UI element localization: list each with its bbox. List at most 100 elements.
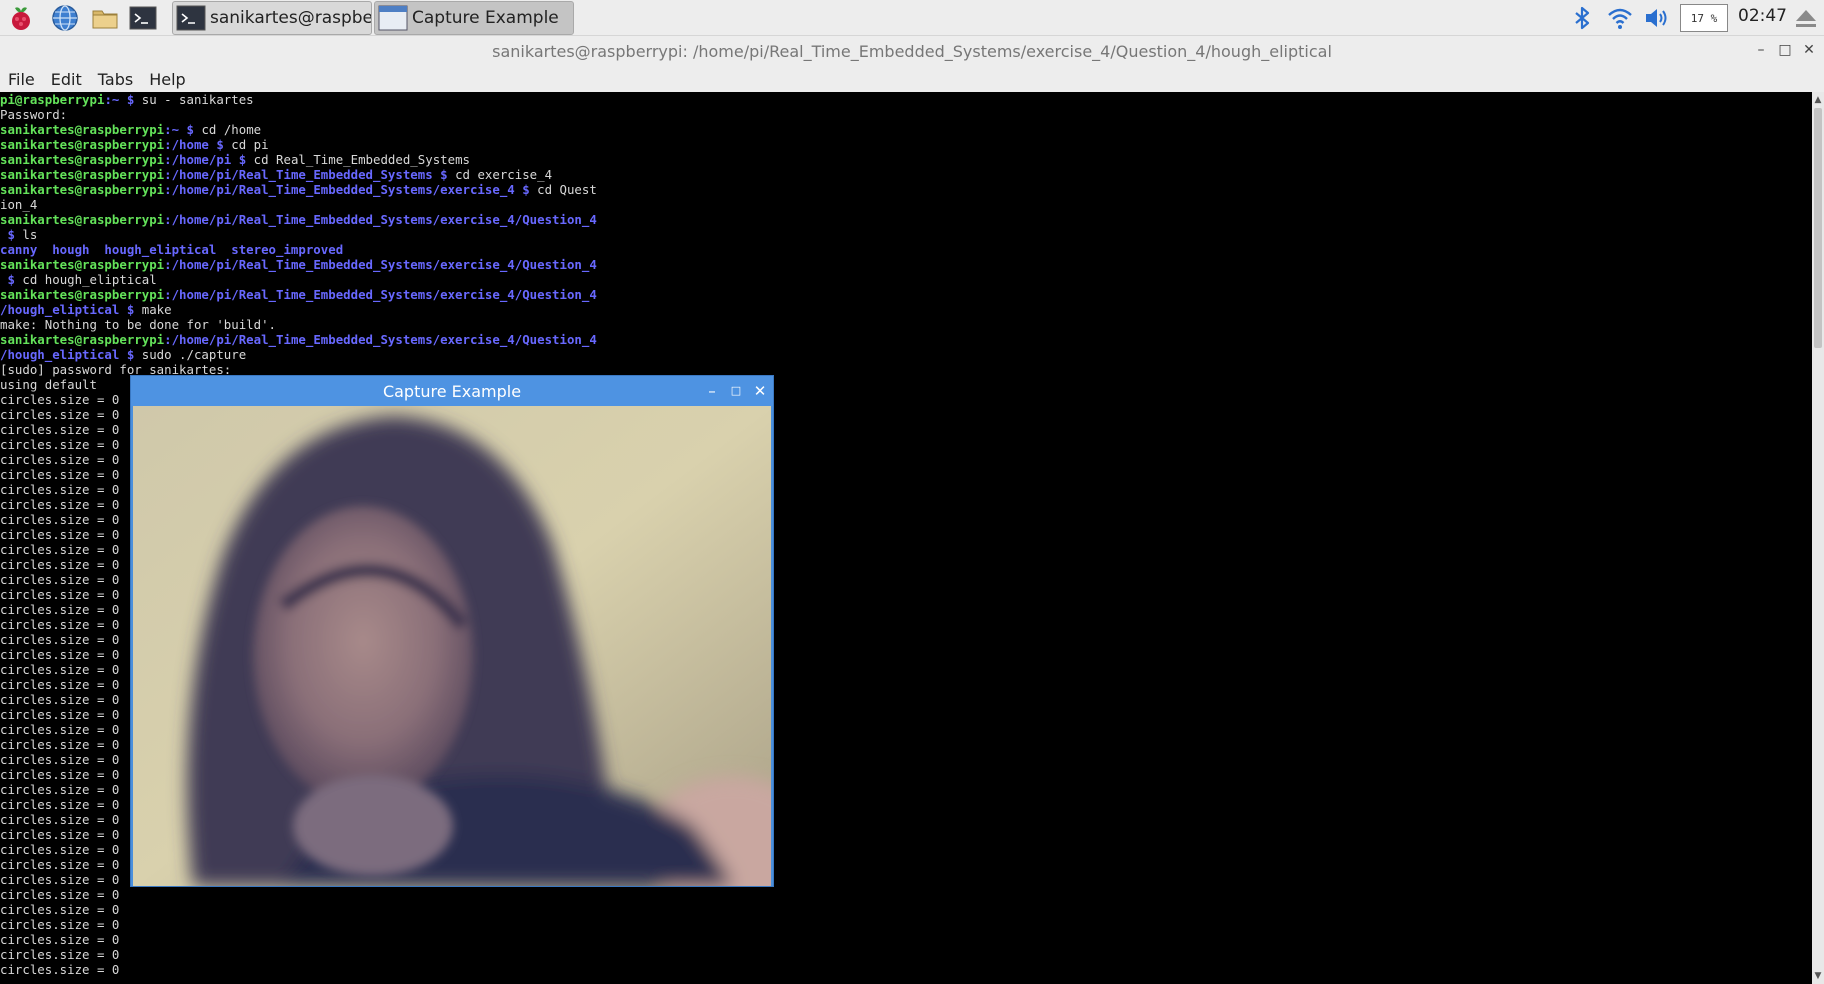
output-text: Password: bbox=[0, 107, 68, 122]
menu-edit[interactable]: Edit bbox=[43, 70, 90, 89]
prompt-path: :~ $ bbox=[164, 122, 202, 137]
terminal-line: circles.size = 0 bbox=[0, 932, 1812, 947]
close-icon[interactable]: ✕ bbox=[751, 381, 769, 401]
menu-tabs[interactable]: Tabs bbox=[90, 70, 141, 89]
terminal-line: /hough_eliptical $ sudo ./capture bbox=[0, 347, 1812, 362]
scroll-down-icon[interactable]: ▼ bbox=[1812, 970, 1824, 982]
output-text: cd Quest bbox=[537, 182, 597, 197]
clock[interactable]: 02:47 bbox=[1738, 6, 1787, 26]
output-text: using default bbox=[0, 377, 97, 392]
output-text: circles.size = 0 bbox=[0, 632, 120, 647]
output-text: circles.size = 0 bbox=[0, 842, 120, 857]
output-text: su - sanikartes bbox=[141, 92, 254, 107]
volume-icon[interactable] bbox=[1642, 4, 1670, 32]
web-browser-icon[interactable] bbox=[50, 3, 80, 33]
terminal-line: sanikartes@raspberrypi:~ $ cd /home bbox=[0, 122, 1812, 137]
output-text: circles.size = 0 bbox=[0, 662, 120, 677]
output-text: circles.size = 0 bbox=[0, 587, 120, 602]
terminal-line: circles.size = 0 bbox=[0, 902, 1812, 917]
minimize-icon[interactable]: – bbox=[703, 381, 721, 401]
eject-icon[interactable] bbox=[1792, 4, 1820, 32]
capture-title: Capture Example bbox=[382, 381, 522, 401]
minimize-icon[interactable]: – bbox=[1752, 40, 1770, 60]
dir-listing: canny hough hough_eliptical stereo_impro… bbox=[0, 242, 344, 257]
task-label: Capture Example bbox=[412, 8, 559, 28]
prompt-path: /hough_eliptical $ bbox=[0, 302, 142, 317]
output-text: circles.size = 0 bbox=[0, 902, 120, 917]
output-text: cd Real_Time_Embedded_Systems bbox=[253, 152, 470, 167]
output-text: cd exercise_4 bbox=[455, 167, 553, 182]
close-icon[interactable]: ✕ bbox=[1800, 40, 1818, 60]
terminal-menubar: File Edit Tabs Help bbox=[0, 66, 1824, 92]
prompt-user: pi@raspberrypi bbox=[0, 92, 105, 107]
prompt-user: sanikartes@raspberrypi bbox=[0, 287, 165, 302]
scroll-up-icon[interactable]: ▲ bbox=[1812, 94, 1824, 106]
output-text: sudo ./capture bbox=[141, 347, 247, 362]
scrollbar-thumb[interactable] bbox=[1814, 108, 1822, 348]
output-text: make: Nothing to be done for 'build'. bbox=[0, 317, 277, 332]
output-text: circles.size = 0 bbox=[0, 437, 120, 452]
output-text: circles.size = 0 bbox=[0, 647, 120, 662]
output-text: circles.size = 0 bbox=[0, 797, 120, 812]
terminal-line: sanikartes@raspberrypi:/home/pi/Real_Tim… bbox=[0, 167, 1812, 182]
terminal-line: make: Nothing to be done for 'build'. bbox=[0, 317, 1812, 332]
menu-help[interactable]: Help bbox=[141, 70, 193, 89]
webcam-frame bbox=[133, 406, 771, 886]
terminal-line: pi@raspberrypi:~ $ su - sanikartes bbox=[0, 92, 1812, 107]
prompt-path: :/home/pi/Real_Time_Embedded_Systems/exe… bbox=[164, 257, 597, 272]
terminal-titlebar[interactable]: sanikartes@raspberrypi: /home/pi/Real_Ti… bbox=[0, 36, 1824, 66]
webcam-image bbox=[133, 406, 771, 886]
terminal-line: canny hough hough_eliptical stereo_impro… bbox=[0, 242, 1812, 257]
maximize-icon[interactable]: □ bbox=[727, 381, 745, 401]
output-text: circles.size = 0 bbox=[0, 407, 120, 422]
window-icon bbox=[378, 5, 408, 31]
terminal-line: $ ls bbox=[0, 227, 1812, 242]
terminal-line: sanikartes@raspberrypi:/home/pi/Real_Tim… bbox=[0, 332, 1812, 347]
output-text: ion_4 bbox=[0, 197, 38, 212]
capture-titlebar[interactable]: Capture Example bbox=[131, 376, 773, 406]
output-text: cd hough_eliptical bbox=[22, 272, 157, 287]
cpu-usage-monitor[interactable]: 17 % bbox=[1680, 4, 1728, 32]
prompt-path: :/home/pi/Real_Time_Embedded_Systems/exe… bbox=[164, 182, 538, 197]
wifi-icon[interactable] bbox=[1606, 4, 1634, 32]
output-text: circles.size = 0 bbox=[0, 812, 120, 827]
output-text: circles.size = 0 bbox=[0, 917, 120, 932]
prompt-path: :/home/pi/Real_Time_Embedded_Systems/exe… bbox=[164, 332, 597, 347]
output-text: make bbox=[141, 302, 172, 317]
prompt-path: :~ $ bbox=[104, 92, 142, 107]
taskbar-task-terminal[interactable]: sanikartes@raspberr... bbox=[172, 1, 372, 35]
output-text: circles.size = 0 bbox=[0, 752, 120, 767]
output-text: circles.size = 0 bbox=[0, 827, 120, 842]
output-text: circles.size = 0 bbox=[0, 482, 120, 497]
output-text: circles.size = 0 bbox=[0, 692, 120, 707]
output-text: circles.size = 0 bbox=[0, 557, 120, 572]
capture-window[interactable]: Capture Example – □ ✕ bbox=[130, 375, 774, 887]
menu-file[interactable]: File bbox=[0, 70, 43, 89]
bluetooth-icon[interactable] bbox=[1568, 4, 1596, 32]
prompt-user: sanikartes@raspberrypi bbox=[0, 332, 165, 347]
terminal-line: $ cd hough_eliptical bbox=[0, 272, 1812, 287]
output-text: circles.size = 0 bbox=[0, 617, 120, 632]
file-manager-icon[interactable] bbox=[90, 3, 120, 33]
terminal-title: sanikartes@raspberrypi: /home/pi/Real_Ti… bbox=[492, 41, 1332, 61]
maximize-icon[interactable]: □ bbox=[1776, 40, 1794, 60]
terminal-icon[interactable] bbox=[128, 3, 158, 33]
prompt-path: :/home/pi/Real_Time_Embedded_Systems/exe… bbox=[164, 287, 597, 302]
terminal-line: ion_4 bbox=[0, 197, 1812, 212]
raspberry-menu-icon[interactable] bbox=[6, 3, 36, 33]
terminal-scrollbar[interactable]: ▲ ▼ bbox=[1812, 92, 1824, 984]
prompt-path: $ bbox=[0, 272, 23, 287]
output-text: circles.size = 0 bbox=[0, 947, 120, 962]
taskbar-task-capture[interactable]: Capture Example bbox=[374, 1, 574, 35]
cpu-usage-text: 17 % bbox=[1690, 11, 1718, 25]
prompt-path: /hough_eliptical $ bbox=[0, 347, 142, 362]
prompt-user: sanikartes@raspberrypi bbox=[0, 257, 165, 272]
output-text: circles.size = 0 bbox=[0, 872, 120, 887]
terminal-line: circles.size = 0 bbox=[0, 962, 1812, 977]
prompt-path: $ bbox=[0, 227, 23, 242]
terminal-line: Password: bbox=[0, 107, 1812, 122]
prompt-user: sanikartes@raspberrypi bbox=[0, 182, 165, 197]
output-text: circles.size = 0 bbox=[0, 512, 120, 527]
output-text: circles.size = 0 bbox=[0, 782, 120, 797]
terminal-line: circles.size = 0 bbox=[0, 947, 1812, 962]
